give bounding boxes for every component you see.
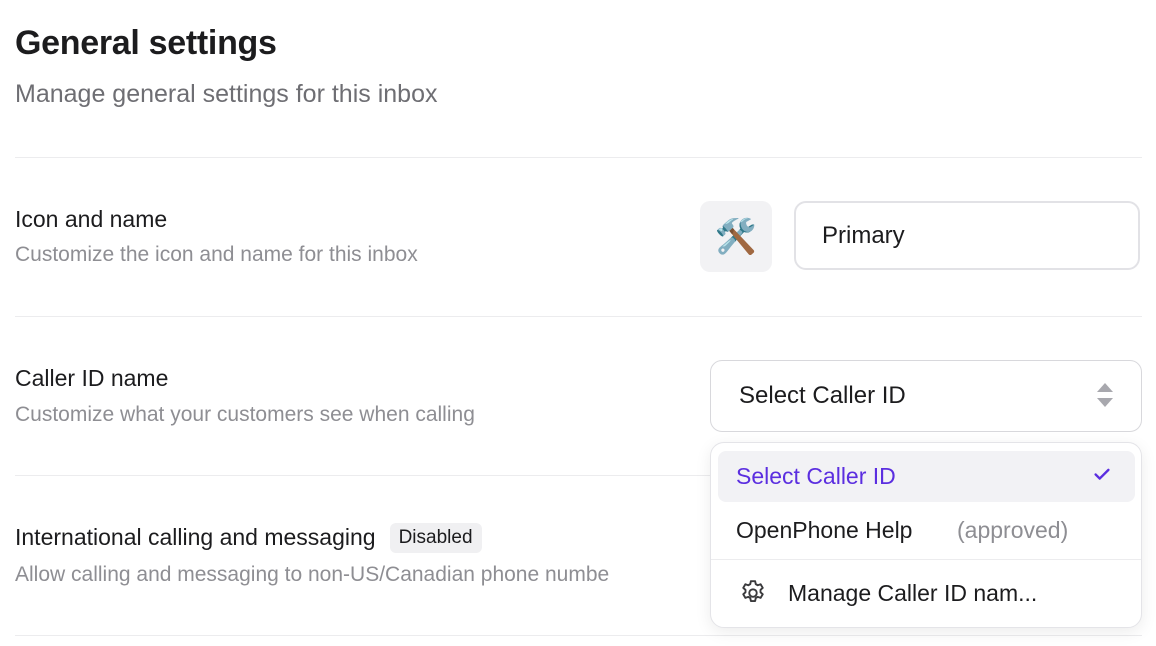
international-title: International calling and messaging Disab… <box>15 523 482 553</box>
caller-id-select[interactable]: Select Caller ID <box>710 360 1142 432</box>
dropdown-option-select-caller-id[interactable]: Select Caller ID <box>718 451 1135 502</box>
divider <box>15 157 1142 158</box>
international-description: Allow calling and messaging to non-US/Ca… <box>15 563 610 586</box>
caller-id-title: Caller ID name <box>15 365 169 391</box>
icon-name-title: Icon and name <box>15 206 168 232</box>
gear-icon <box>738 578 768 608</box>
international-title-text: International calling and messaging <box>15 524 376 550</box>
caller-id-dropdown: Select Caller ID OpenPhone Help (approve… <box>710 442 1142 628</box>
dropdown-option-label: OpenPhone Help <box>736 516 913 543</box>
inbox-icon-picker[interactable]: 🛠️ <box>700 201 772 272</box>
dropdown-option-label: Select Caller ID <box>736 463 896 489</box>
dropdown-divider <box>711 559 1141 560</box>
inbox-name-input[interactable] <box>794 201 1140 270</box>
icon-name-description: Customize the icon and name for this inb… <box>15 243 418 266</box>
page-title: General settings <box>15 24 277 62</box>
divider <box>15 635 1142 636</box>
status-badge: Disabled <box>389 523 482 553</box>
select-arrows-icon <box>1097 383 1113 407</box>
manage-caller-id-names-item[interactable]: Manage Caller ID nam... <box>718 567 1135 619</box>
page-subtitle: Manage general settings for this inbox <box>15 80 438 108</box>
caller-id-select-value: Select Caller ID <box>739 382 906 409</box>
manage-caller-id-label: Manage Caller ID nam... <box>788 579 1038 606</box>
caller-id-description: Customize what your customers see when c… <box>15 403 475 426</box>
checkmark-icon <box>1091 463 1113 491</box>
dropdown-option-openphone-help[interactable]: OpenPhone Help (approved) <box>718 505 1135 555</box>
hammer-and-wrench-icon: 🛠️ <box>714 217 758 256</box>
divider <box>15 316 1142 317</box>
dropdown-option-note: (approved) <box>957 516 1069 543</box>
